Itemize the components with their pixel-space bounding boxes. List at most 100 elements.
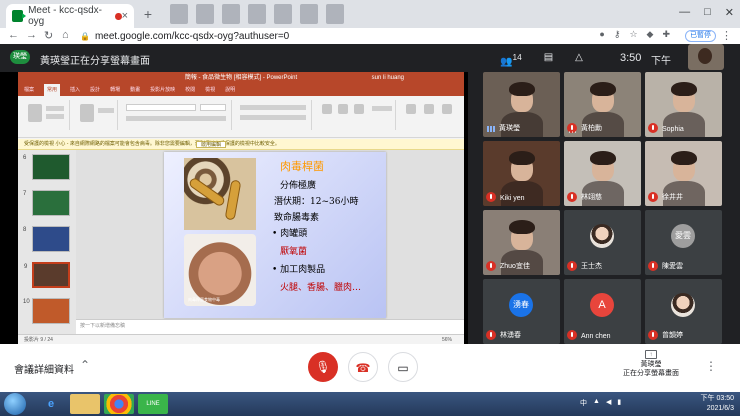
presenter-avatar: 瑛瑩 xyxy=(10,50,30,64)
mic-muted-icon xyxy=(486,192,496,202)
participant-avatar: A xyxy=(590,293,614,317)
slide-text-line: 火腿、香腸、臘肉… xyxy=(280,283,362,293)
profile-paused-badge[interactable]: 已暫停 xyxy=(685,30,716,42)
meeting-details-button[interactable]: 會議詳細資料 xyxy=(14,361,74,376)
start-button[interactable] xyxy=(4,393,26,415)
star-icon[interactable]: ☆ xyxy=(629,29,637,40)
participant-hair xyxy=(671,82,697,96)
photo-caption: 肉毒桿菌食物中毒 xyxy=(188,297,220,302)
slide-thumbnail[interactable]: 9 xyxy=(24,262,70,288)
ppt-user-name: sun li huang xyxy=(371,75,404,81)
participant-tile[interactable]: Kiki yen xyxy=(483,141,560,206)
back-arrow-icon[interactable]: ← xyxy=(8,29,19,41)
extension-icon[interactable]: ◆ xyxy=(647,29,654,40)
ppt-tab[interactable]: 檔案 xyxy=(24,84,34,96)
ppt-tab[interactable]: 說明 xyxy=(225,84,235,96)
key-icon[interactable]: ⚷ xyxy=(614,29,621,40)
new-tab-button[interactable]: + xyxy=(140,6,156,22)
forward-arrow-icon[interactable]: → xyxy=(26,29,37,41)
participant-name: Sophia xyxy=(662,126,684,133)
url-field[interactable]: 🔒 meet.google.com/kcc-qsdx-oyg?authuser=… xyxy=(80,29,470,43)
browser-menu-icon[interactable]: ⋮ xyxy=(721,29,732,42)
volume-icon[interactable]: ◀ xyxy=(606,398,611,408)
participant-tile[interactable]: 王士杰 xyxy=(564,210,641,275)
notes-pane[interactable]: 按一下以新增備忘稿 xyxy=(76,319,464,334)
paste-icon[interactable] xyxy=(28,104,42,122)
participant-tile[interactable]: Zhuo宜佳 xyxy=(483,210,560,275)
file-explorer-icon[interactable] xyxy=(70,394,100,414)
meet-favicon-icon xyxy=(12,10,27,22)
find-icon[interactable] xyxy=(406,104,416,114)
ppt-tab[interactable]: 校閱 xyxy=(185,84,195,96)
participant-name: Kiki yen xyxy=(500,195,525,202)
slide-counter: 投影片 9 / 24 xyxy=(24,337,53,343)
shared-screen: 簡報 - 食品微生物 [相容模式] - PowerPoint sun li hu… xyxy=(0,72,468,344)
participant-tile[interactable]: 愛雲 陳愛雲 xyxy=(645,210,722,275)
chevron-up-icon[interactable]: ⌃ xyxy=(80,358,90,372)
reload-icon[interactable]: ↻ xyxy=(44,29,53,42)
presenting-indicator[interactable]: ↑ 黃瑛瑩 正在分享螢幕畫面 xyxy=(622,350,680,378)
self-view-thumbnail[interactable] xyxy=(688,44,724,70)
arrange-icon[interactable] xyxy=(338,104,348,114)
taskbar-clock[interactable]: 下午 03:50 2021/6/3 xyxy=(701,394,734,414)
puzzle-icon[interactable]: ✚ xyxy=(662,29,670,40)
mic-off-button[interactable]: 🎙 xyxy=(308,352,338,382)
activities-icon[interactable]: △ xyxy=(575,52,583,67)
mic-muted-icon xyxy=(567,192,577,202)
quick-styles-icon[interactable] xyxy=(354,104,364,114)
mic-muted-icon xyxy=(567,330,577,340)
replace-icon[interactable] xyxy=(424,104,434,114)
slide-thumbnail[interactable]: 7 xyxy=(23,190,70,216)
slide-thumbnail[interactable]: 10 xyxy=(23,298,70,324)
ppt-tab[interactable]: 常用 xyxy=(44,84,61,96)
chat-icon[interactable]: ▤ xyxy=(544,52,553,67)
ppt-tab[interactable]: 動畫 xyxy=(130,84,140,96)
meet-header-icons: 👥14 ▤ △ xyxy=(500,52,583,67)
maximize-button[interactable]: □ xyxy=(704,6,711,19)
ie-icon[interactable]: e xyxy=(36,394,66,414)
ppt-tab[interactable]: 投影片放映 xyxy=(150,84,175,96)
zoom-level[interactable]: 56% xyxy=(442,335,452,344)
participant-tile[interactable]: Sophia xyxy=(645,72,722,137)
participant-tile[interactable]: 林翊慈 xyxy=(564,141,641,206)
ppt-tab[interactable]: 插入 xyxy=(70,84,80,96)
select-icon[interactable] xyxy=(442,104,452,114)
tab-close-icon[interactable]: × xyxy=(122,10,128,22)
participant-hair xyxy=(509,220,535,234)
enable-editing-button[interactable]: 啟用編輯 xyxy=(196,141,227,148)
slide-text-line: • 肉罐頭 xyxy=(272,229,308,239)
participant-tile[interactable]: 黃瑛瑩 xyxy=(483,72,560,137)
line-app-icon[interactable]: LINE xyxy=(138,394,168,414)
hang-up-button[interactable]: ☎ xyxy=(348,352,378,382)
ppt-tab[interactable]: 檢視 xyxy=(205,84,215,96)
participant-tile[interactable]: 曾韻婷 xyxy=(645,279,722,344)
participant-options-icon[interactable]: ⋯ xyxy=(568,127,577,138)
participant-tile[interactable]: 徐井井 xyxy=(645,141,722,206)
minimize-button[interactable]: — xyxy=(679,6,690,19)
slide-thumbnail[interactable]: 8 xyxy=(23,226,70,252)
battery-icon[interactable]: ▮ xyxy=(617,398,621,408)
camera-icon[interactable]: ● xyxy=(599,29,604,40)
new-slide-icon[interactable] xyxy=(80,104,94,122)
participant-tile[interactable]: A Ann chen xyxy=(564,279,641,344)
participant-tile[interactable]: 湧春 林湧春 xyxy=(483,279,560,344)
ppt-tab[interactable]: 轉場 xyxy=(110,84,120,96)
chrome-icon[interactable] xyxy=(104,394,134,414)
network-icon[interactable]: ▲ xyxy=(593,398,600,408)
ppt-tab[interactable]: 設計 xyxy=(90,84,100,96)
slide-thumbnail[interactable]: 6 xyxy=(23,154,70,180)
browser-tab-strip: Meet - kcc-qsdx-oyg × + — □ ✕ xyxy=(0,0,740,28)
close-window-button[interactable]: ✕ xyxy=(725,6,734,19)
font-name-box[interactable] xyxy=(126,104,196,111)
browser-tab-meet[interactable]: Meet - kcc-qsdx-oyg × xyxy=(6,4,134,28)
font-size-box[interactable] xyxy=(200,104,226,111)
people-icon[interactable]: 👥14 xyxy=(500,52,522,67)
shapes-icon[interactable] xyxy=(322,104,332,114)
more-options-icon[interactable]: ⋮ xyxy=(705,359,717,373)
camera-button[interactable]: ▭ xyxy=(388,352,418,382)
input-language-indicator[interactable]: 中 xyxy=(580,398,587,408)
home-icon[interactable]: ⌂ xyxy=(62,29,69,41)
participant-name: 黃柏勳 xyxy=(581,125,602,132)
presenting-status: 正在分享螢幕畫面 xyxy=(623,370,679,377)
screen: Meet - kcc-qsdx-oyg × + — □ ✕ ← → ↻ ⌂ 🔒 … xyxy=(0,0,740,416)
